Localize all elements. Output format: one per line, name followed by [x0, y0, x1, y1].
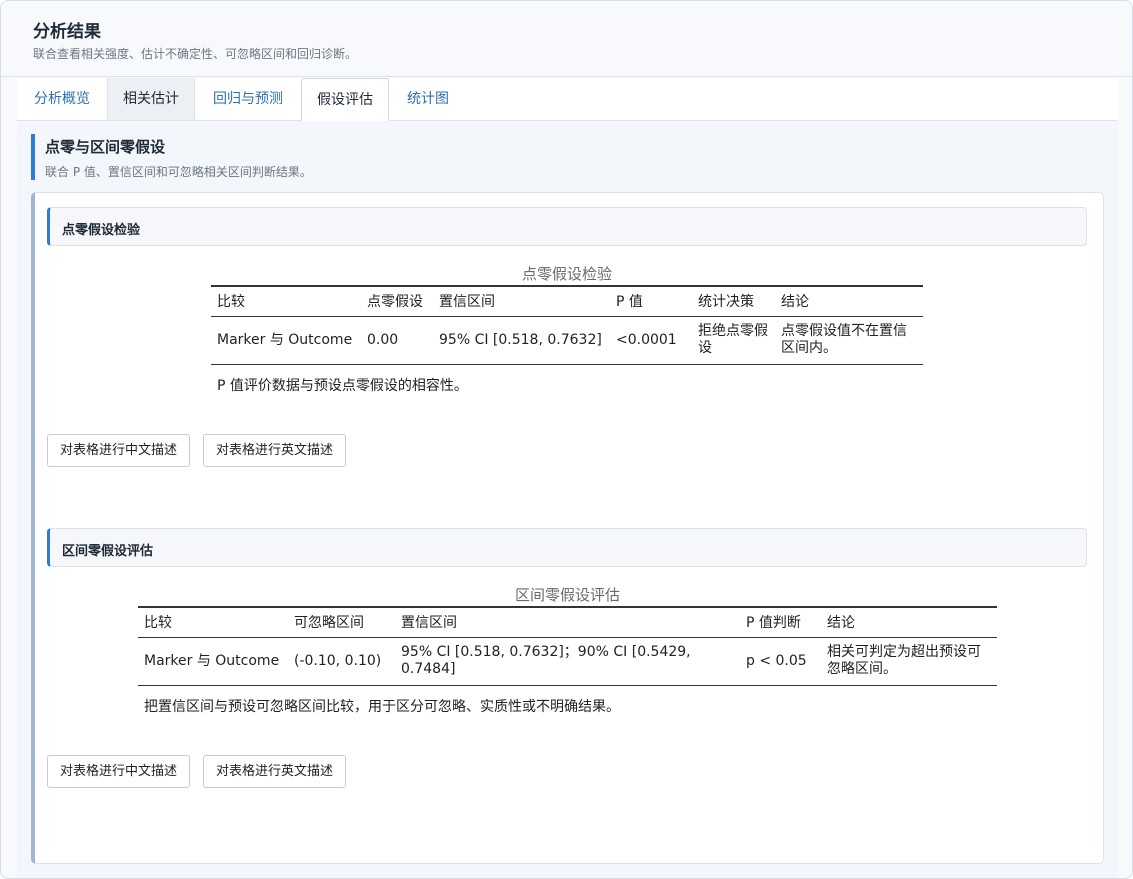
column-header: P 值判断 [740, 606, 821, 638]
table-cell: 0.00 [361, 316, 433, 365]
column-header: 可忽略区间 [288, 606, 395, 638]
table-row: Marker 与 Outcome (-0.10, 0.10) 95% CI [0… [138, 637, 997, 686]
table-cell: 95% CI [0.518, 0.7632] [433, 316, 610, 365]
point-null-table-title: 点零假设检验 [521, 265, 612, 283]
column-header: P 值 [610, 285, 692, 317]
section-title: 点零与区间零假设 [45, 138, 166, 156]
interval-null-card-header: 区间零假设评估 [47, 528, 1087, 567]
describe-table-chinese-button[interactable]: 对表格进行中文描述 [47, 434, 191, 467]
table-header-row: 比较 点零假设 置信区间 P 值 统计决策 结论 [211, 285, 923, 317]
table-cell: <0.0001 [610, 316, 692, 365]
table-cell: (-0.10, 0.10) [288, 637, 395, 686]
column-header: 比较 [211, 285, 361, 317]
results-window: 分析结果 联合查看相关强度、估计不确定性、可忽略区间和回归诊断。 分析概览 相关… [0, 0, 1133, 879]
point-null-card-title: 点零假设检验 [62, 223, 141, 238]
point-null-table: 比较 点零假设 置信区间 P 值 统计决策 结论 Marker 与 Outcom… [211, 285, 923, 365]
table-cell: Marker 与 Outcome [211, 316, 361, 365]
interval-null-table-title: 区间零假设评估 [514, 586, 620, 604]
table-cell: 拒绝点零假设 [692, 316, 775, 365]
tab-correlation-estimates[interactable]: 相关估计 [107, 78, 195, 120]
describe-table-english-button[interactable]: 对表格进行英文描述 [203, 755, 347, 788]
interval-null-table: 比较 可忽略区间 置信区间 P 值判断 结论 Marker 与 Outcome … [138, 606, 997, 686]
page-title: 分析结果 [33, 22, 101, 42]
results-panel: 点零假设检验 点零假设检验 比较 点零假设 置信区间 P 值 统计决策 结论 M… [31, 192, 1104, 864]
tab-hypothesis-evaluation[interactable]: 假设评估 [301, 78, 389, 121]
section-subtitle: 联合 P 值、置信区间和可忽略相关区间判断结果。 [45, 165, 312, 179]
table-cell: 点零假设值不在置信区间内。 [775, 316, 923, 365]
table-row: Marker 与 Outcome 0.00 95% CI [0.518, 0.7… [211, 316, 923, 365]
tab-overview[interactable]: 分析概览 [17, 78, 107, 120]
interval-null-table-note: 把置信区间与预设可忽略区间比较，用于区分可忽略、实质性或不明确结果。 [144, 699, 620, 715]
column-header: 结论 [775, 285, 923, 317]
column-header: 结论 [821, 606, 997, 638]
table-cell: 相关可判定为超出预设可忽略区间。 [821, 637, 997, 686]
page-subtitle: 联合查看相关强度、估计不确定性、可忽略区间和回归诊断。 [33, 47, 358, 61]
table-cell: p < 0.05 [740, 637, 821, 686]
point-null-card-header: 点零假设检验 [47, 207, 1087, 246]
column-header: 置信区间 [395, 606, 740, 638]
tab-content: 点零与区间零假设 联合 P 值、置信区间和可忽略相关区间判断结果。 点零假设检验… [17, 121, 1118, 878]
point-null-table-note: P 值评价数据与预设点零假设的相容性。 [217, 378, 468, 394]
section-heading: 点零与区间零假设 联合 P 值、置信区间和可忽略相关区间判断结果。 [31, 134, 631, 180]
describe-table-english-button[interactable]: 对表格进行英文描述 [203, 434, 347, 467]
column-header: 点零假设 [361, 285, 433, 317]
tab-statistical-plots[interactable]: 统计图 [389, 78, 467, 120]
table-header-row: 比较 可忽略区间 置信区间 P 值判断 结论 [138, 606, 997, 638]
tab-regression-prediction[interactable]: 回归与预测 [195, 78, 301, 120]
describe-table-chinese-button[interactable]: 对表格进行中文描述 [47, 755, 191, 788]
interval-null-card-title: 区间零假设评估 [62, 544, 154, 559]
tab-bar: 分析概览 相关估计 回归与预测 假设评估 统计图 [17, 78, 1118, 121]
column-header: 统计决策 [692, 285, 775, 317]
table-cell: Marker 与 Outcome [138, 637, 288, 686]
table-cell: 95% CI [0.518, 0.7632]；90% CI [0.5429, 0… [395, 637, 740, 686]
column-header: 置信区间 [433, 285, 610, 317]
results-header: 分析结果 联合查看相关强度、估计不确定性、可忽略区间和回归诊断。 [1, 1, 1132, 77]
column-header: 比较 [138, 606, 288, 638]
